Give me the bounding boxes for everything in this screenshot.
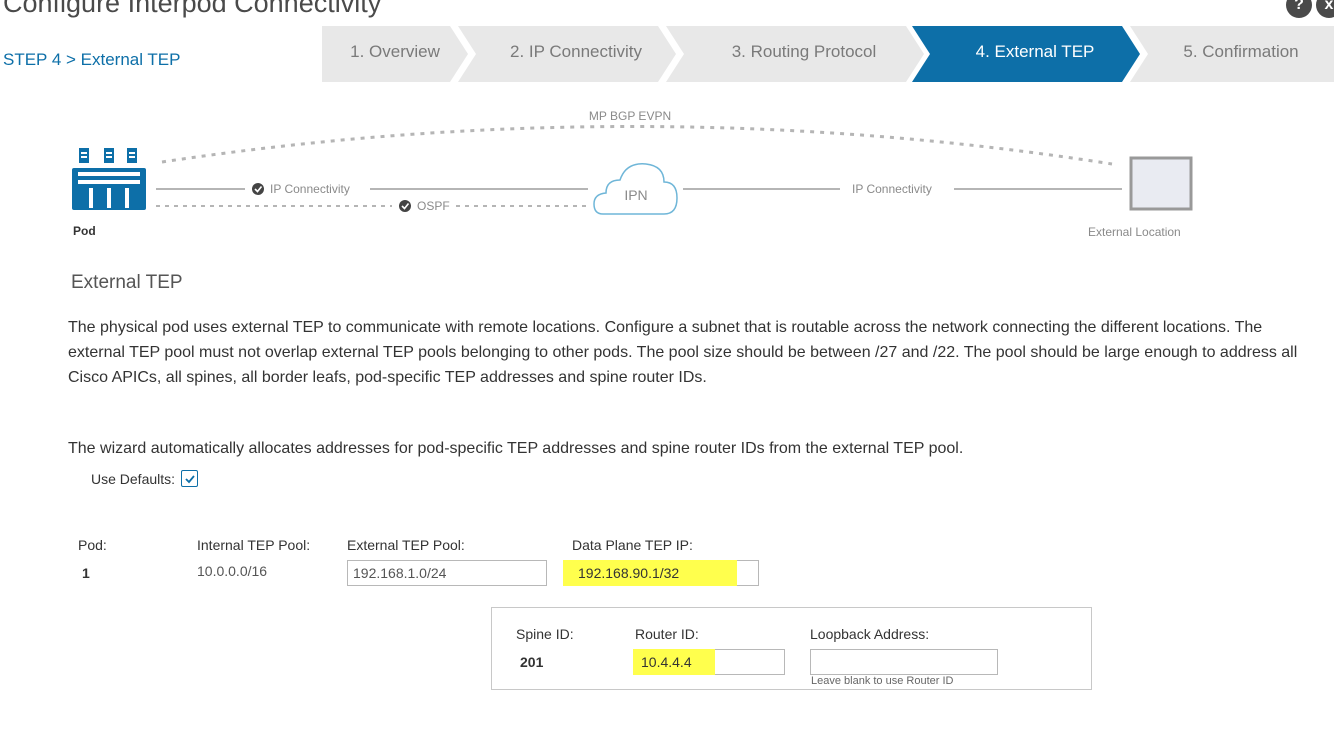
external-tep-pool-header: External TEP Pool: [347, 537, 465, 553]
wizard-step-routing-protocol[interactable]: 3. Routing Protocol [684, 26, 924, 82]
checkmark-icon [184, 474, 195, 483]
external-location-icon [1129, 156, 1193, 211]
pod-icon [72, 148, 146, 210]
wizard-step-external-tep[interactable]: 4. External TEP [930, 26, 1140, 82]
internal-tep-pool-header: Internal TEP Pool: [197, 537, 311, 553]
use-defaults-checkbox[interactable] [181, 470, 199, 487]
ospf-label: OSPF [417, 199, 450, 213]
data-plane-tep-ip-value: 192.168.90.1/32 [578, 565, 680, 581]
bgp-arc [161, 125, 1113, 166]
data-plane-tep-ip-input[interactable]: 192.168.90.1/32 [563, 560, 759, 586]
ipn-label: IPN [624, 187, 647, 203]
window-controls: ? x [1286, 0, 1334, 18]
wizard-step-overview[interactable]: 1. Overview [322, 26, 468, 82]
router-id-header: Router ID: [635, 626, 699, 642]
wizard-step-ip-connectivity[interactable]: 2. IP Connectivity [476, 26, 676, 82]
wizard-steps: 1. Overview 2. IP Connectivity 3. Routin… [322, 26, 1334, 82]
pod-diagram-label: Pod [73, 224, 96, 238]
internal-tep-pool-value: 10.0.0.0/16 [197, 563, 268, 579]
router-id-value: 10.4.4.4 [641, 654, 692, 670]
loopback-address-input[interactable] [810, 649, 998, 675]
auto-allocation-note: The wizard automatically allocates addre… [68, 440, 964, 457]
spine-id-header: Spine ID: [516, 626, 574, 642]
wizard-step-confirmation[interactable]: 5. Confirmation [1148, 26, 1334, 82]
section-title: External TEP [71, 272, 183, 293]
right-link-label: IP Connectivity [852, 182, 932, 196]
step-breadcrumb: STEP 4 > External TEP [3, 50, 181, 69]
external-tep-pool-input[interactable]: 192.168.1.0/24 [347, 560, 547, 586]
left-link-label: IP Connectivity [270, 182, 350, 196]
use-defaults-label: Use Defaults: [91, 470, 176, 487]
section-description: The physical pod uses external TEP to co… [68, 319, 1298, 386]
pod-header: Pod: [78, 537, 107, 553]
pod-id-value: 1 [82, 565, 90, 581]
use-defaults-row: Use Defaults: [91, 470, 199, 487]
window-title: Configure Interpod Connectivity [3, 0, 382, 18]
loopback-hint: Leave blank to use Router ID [811, 675, 954, 687]
close-icon[interactable]: x [1316, 0, 1334, 18]
check-icon [252, 183, 264, 195]
loopback-address-header: Loopback Address: [810, 626, 930, 642]
spine-settings-panel [491, 607, 1092, 690]
check-icon [399, 200, 411, 212]
spine-id-value: 201 [520, 654, 544, 670]
external-location-label: External Location [1088, 225, 1181, 239]
router-id-input[interactable]: 10.4.4.4 [633, 649, 785, 675]
bgp-label: MP BGP EVPN [589, 109, 671, 123]
help-icon[interactable]: ? [1286, 0, 1312, 18]
data-plane-tep-ip-header: Data Plane TEP IP: [572, 537, 693, 553]
